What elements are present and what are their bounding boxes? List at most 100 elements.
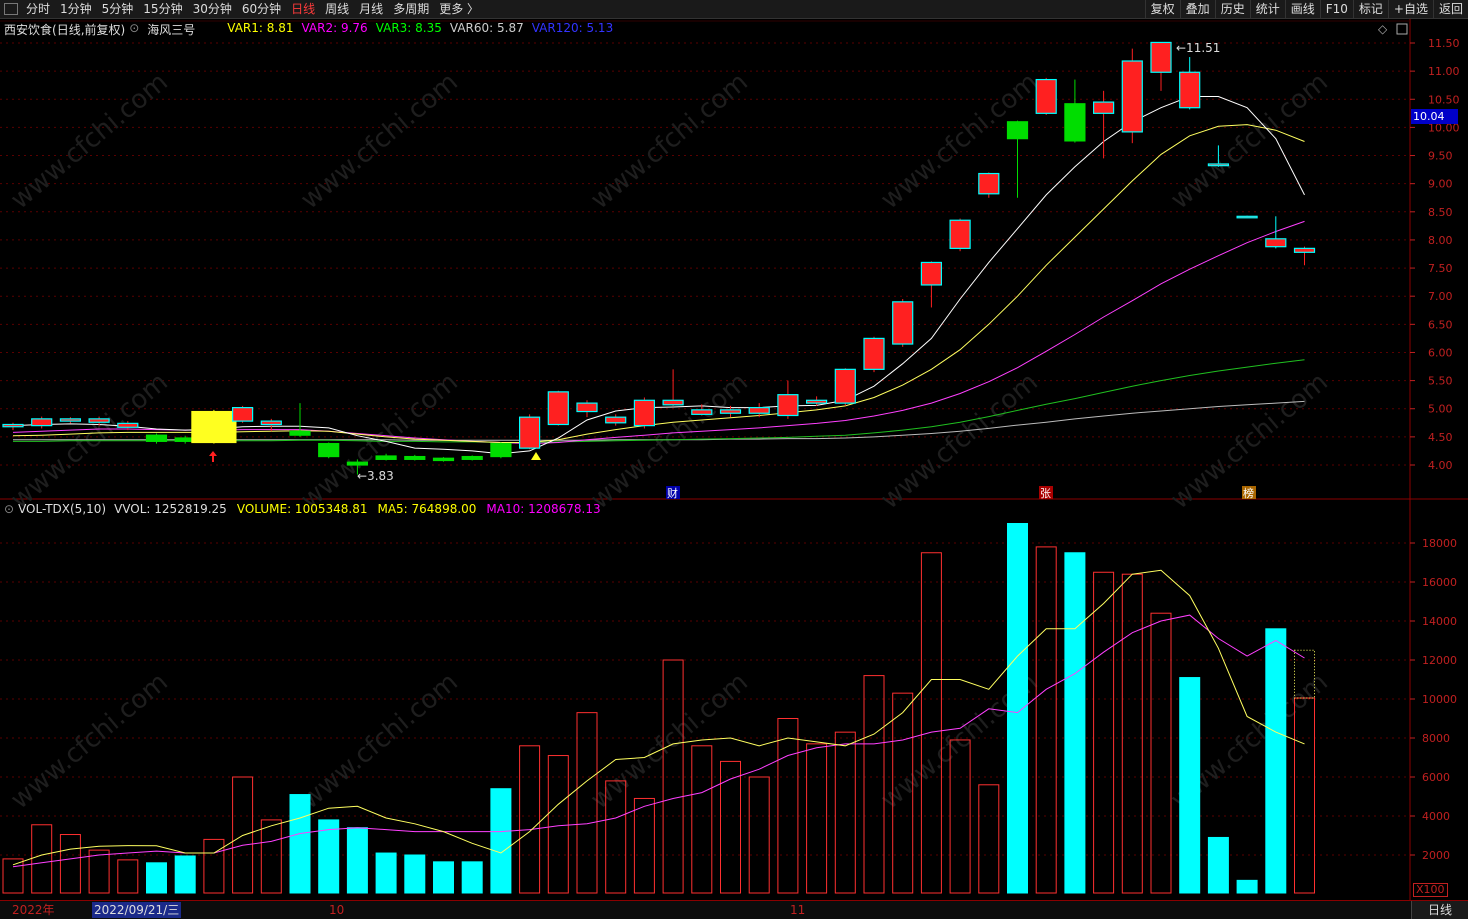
price-indicator-3: VAR60: 5.87 — [449, 21, 524, 35]
price-indicator-0: VAR1: 8.81 — [227, 21, 294, 35]
candle-body — [260, 420, 282, 426]
watermark: www.cfchi.com — [585, 67, 754, 215]
formula-name[interactable]: 海风三号 — [147, 21, 195, 38]
period-tab-6[interactable]: 日线 — [286, 0, 320, 18]
tool-button-7[interactable]: +自选 — [1387, 0, 1433, 18]
low-price-label: ←3.83 — [357, 469, 394, 483]
candle-body — [633, 399, 656, 427]
period-tab-8[interactable]: 月线 — [354, 0, 388, 18]
volume-tick-label: 4000 — [1422, 810, 1450, 823]
tool-button-5[interactable]: F10 — [1319, 0, 1353, 18]
dropdown-icon[interactable]: ⊙ — [129, 21, 139, 38]
volume-ma5-line — [12, 569, 1305, 866]
volume-bar — [88, 849, 110, 894]
date-cursor-label: 2022/09/21/三 — [92, 902, 182, 918]
candle-body — [1092, 101, 1115, 114]
candle-body — [662, 399, 684, 406]
buy-arrow-icon — [209, 451, 217, 462]
event-marker-label: 榜 — [1243, 486, 1254, 500]
volume-bar — [720, 760, 741, 894]
period-tab-3[interactable]: 15分钟 — [138, 0, 187, 18]
chart-area[interactable]: 11.5011.0010.5010.009.509.008.508.007.50… — [0, 19, 1468, 900]
period-tab-10[interactable]: 更多 〉 — [434, 0, 484, 18]
tool-button-0[interactable]: 复权 — [1144, 0, 1180, 18]
volume-indicators: VVOL: 1252819.25 VOLUME: 1005348.81 MA5: 7… — [114, 502, 601, 516]
volume-bar — [806, 743, 828, 894]
volume-bar — [174, 855, 196, 894]
tool-button-2[interactable]: 历史 — [1214, 0, 1250, 18]
candle-body — [1064, 103, 1086, 142]
candle-body — [31, 418, 53, 427]
period-tab-1[interactable]: 1分钟 — [55, 0, 97, 18]
price-tick-label: 9.00 — [1428, 178, 1453, 191]
candle-body — [88, 418, 110, 423]
price-tick-label: 8.00 — [1428, 234, 1453, 247]
candle-body — [59, 418, 82, 422]
volume-bar — [203, 838, 225, 894]
volume-indicator-1: VOLUME: 1005348.81 — [236, 502, 368, 516]
volume-bar — [1179, 677, 1201, 894]
period-tab-9[interactable]: 多周期 — [388, 0, 434, 18]
volume-bar — [1150, 612, 1172, 894]
candle-body — [892, 301, 914, 345]
candle-body — [346, 461, 368, 466]
candle-body — [490, 443, 512, 458]
candle-body — [1150, 41, 1172, 73]
candle-body — [949, 219, 971, 249]
window-menu-icon[interactable] — [4, 3, 18, 15]
volume-tick-label: 10000 — [1422, 693, 1457, 706]
period-tab[interactable]: 日线 — [1411, 901, 1468, 919]
watermark: www.cfchi.com — [5, 667, 174, 815]
volume-bar — [59, 834, 81, 894]
candle-body — [1293, 247, 1316, 253]
period-tab-0[interactable]: 分时 — [21, 0, 55, 18]
volume-bar — [346, 827, 368, 894]
chart-mode: (日线,前复权) — [52, 23, 126, 37]
price-indicator-4: VAR120: 5.13 — [531, 21, 614, 35]
tool-button-3[interactable]: 统计 — [1249, 0, 1285, 18]
period-tab-4[interactable]: 30分钟 — [188, 0, 237, 18]
period-tabs: 分时 1分钟 5分钟 15分钟 30分钟 60分钟 日线 周线 月线 多周期 更多 〉 — [0, 0, 484, 18]
date-year-label: 2022年 — [12, 903, 55, 917]
candle-body — [777, 394, 799, 417]
tool-button-8[interactable]: 返回 — [1432, 0, 1468, 18]
candle-body — [1179, 71, 1201, 109]
volume-tick-label: 18000 — [1422, 537, 1457, 550]
volume-bar — [1294, 697, 1315, 894]
watermark: www.cfchi.com — [5, 67, 174, 215]
candle-body — [432, 457, 455, 462]
volume-bar — [117, 859, 139, 894]
period-tab-5[interactable]: 60分钟 — [237, 0, 286, 18]
date-month-label: 11 — [790, 903, 806, 917]
tool-button-6[interactable]: 标记 — [1352, 0, 1388, 18]
candle-body — [1265, 238, 1287, 248]
volume-tick-label: 6000 — [1422, 771, 1450, 784]
price-panel-header: 西安饮食 (日线,前复权) ⊙ 海风三号 VAR1: 8.81 VAR2: 9.7… — [4, 21, 613, 38]
high-price-label: ←11.51 — [1176, 41, 1220, 55]
volume-tick-label: 2000 — [1422, 849, 1450, 862]
tool-button-4[interactable]: 画线 — [1284, 0, 1320, 18]
candle-body — [691, 409, 713, 415]
volume-bar — [2, 858, 24, 894]
volume-title[interactable]: VOL-TDX(5,10) — [18, 502, 106, 516]
diamond-icon: ◇ — [1378, 22, 1388, 36]
candle-body — [191, 410, 237, 444]
ma-yellow-line — [12, 124, 1305, 443]
price-tick-label: 6.00 — [1428, 346, 1453, 359]
period-tab-2[interactable]: 5分钟 — [97, 0, 139, 18]
volume-bar — [146, 862, 167, 894]
candle-body — [748, 407, 770, 414]
tool-button-1[interactable]: 叠加 — [1179, 0, 1215, 18]
candle-body — [145, 434, 168, 442]
candle-body — [375, 455, 397, 460]
watermark: www.cfchi.com — [875, 367, 1044, 515]
volume-bar — [633, 797, 655, 894]
date-month-label: 10 — [329, 903, 345, 917]
volume-settings-icon[interactable]: ⊙ — [4, 502, 14, 516]
volume-bar — [748, 776, 770, 894]
price-tick-label: 11.50 — [1428, 37, 1460, 50]
price-tick-label: 6.50 — [1428, 318, 1453, 331]
volume-indicator-2: MA5: 764898.00 — [377, 502, 477, 516]
period-tab-7[interactable]: 周线 — [320, 0, 354, 18]
volume-bar — [289, 794, 311, 894]
